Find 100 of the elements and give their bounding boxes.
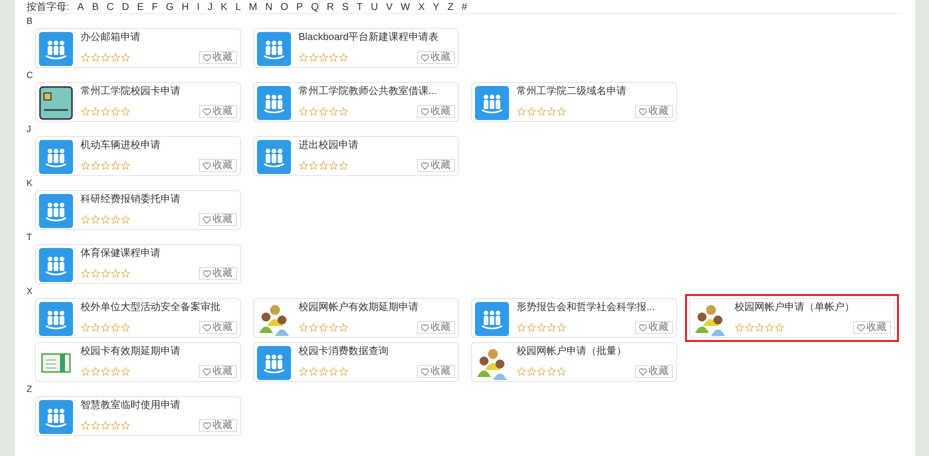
letter-link[interactable]: V (386, 2, 393, 14)
star-icon[interactable] (318, 53, 328, 62)
letter-link[interactable]: X (418, 2, 425, 14)
star-icon[interactable] (80, 161, 90, 170)
star-icon[interactable] (80, 269, 90, 278)
star-icon[interactable] (110, 161, 120, 170)
letter-link[interactable]: P (296, 2, 303, 14)
star-icon[interactable] (90, 269, 100, 278)
star-icon[interactable] (546, 323, 556, 332)
service-card[interactable]: 办公邮箱申请 收藏 (34, 28, 240, 68)
service-card[interactable]: 校园网帐户有效期延期申请 收藏 (252, 298, 458, 338)
letter-link[interactable]: F (152, 2, 158, 14)
letter-link[interactable]: H (182, 2, 189, 14)
star-icon[interactable] (308, 323, 318, 332)
letter-link[interactable]: T (356, 2, 363, 14)
star-icon[interactable] (90, 421, 100, 430)
star-icon[interactable] (100, 161, 110, 170)
star-icon[interactable] (110, 323, 120, 332)
letter-link[interactable]: G (166, 2, 174, 14)
favorite-button[interactable]: 收藏 (198, 267, 236, 280)
favorite-button[interactable]: 收藏 (198, 365, 236, 378)
favorite-button[interactable]: 收藏 (852, 321, 890, 334)
star-icon[interactable] (328, 367, 338, 376)
star-icon[interactable] (516, 367, 526, 376)
letter-link[interactable]: N (265, 2, 272, 14)
star-icon[interactable] (110, 421, 120, 430)
star-icon[interactable] (734, 323, 744, 332)
star-icon[interactable] (764, 323, 774, 332)
letter-link[interactable]: M (248, 2, 258, 14)
star-icon[interactable] (298, 53, 308, 62)
star-icon[interactable] (80, 107, 90, 116)
star-icon[interactable] (516, 323, 526, 332)
star-icon[interactable] (90, 215, 100, 224)
star-icon[interactable] (338, 367, 348, 376)
star-icon[interactable] (110, 269, 120, 278)
star-icon[interactable] (328, 107, 338, 116)
star-icon[interactable] (100, 323, 110, 332)
star-icon[interactable] (516, 107, 526, 116)
star-icon[interactable] (328, 323, 338, 332)
letter-link[interactable]: E (137, 2, 144, 14)
star-icon[interactable] (744, 323, 754, 332)
service-card[interactable]: 形势报告会和哲学社会科学报... 收藏 (470, 298, 676, 338)
star-icon[interactable] (100, 53, 110, 62)
star-icon[interactable] (526, 367, 536, 376)
service-card[interactable]: 校园网帐户申请（单帐户） 收藏 (688, 298, 894, 338)
star-icon[interactable] (536, 107, 546, 116)
star-icon[interactable] (80, 421, 90, 430)
star-icon[interactable] (110, 107, 120, 116)
letter-link[interactable]: W (400, 2, 410, 14)
star-icon[interactable] (318, 107, 328, 116)
star-icon[interactable] (120, 107, 130, 116)
star-icon[interactable] (556, 107, 566, 116)
star-icon[interactable] (526, 323, 536, 332)
star-icon[interactable] (328, 53, 338, 62)
favorite-button[interactable]: 收藏 (198, 213, 236, 226)
star-icon[interactable] (80, 215, 90, 224)
letter-link[interactable]: S (342, 2, 349, 14)
star-icon[interactable] (90, 323, 100, 332)
letter-link[interactable]: L (235, 2, 241, 14)
star-icon[interactable] (80, 323, 90, 332)
star-icon[interactable] (298, 367, 308, 376)
favorite-button[interactable]: 收藏 (198, 105, 236, 118)
star-icon[interactable] (90, 161, 100, 170)
letter-link[interactable]: B (92, 2, 99, 14)
favorite-button[interactable]: 收藏 (198, 51, 236, 64)
star-icon[interactable] (120, 53, 130, 62)
star-icon[interactable] (338, 323, 348, 332)
service-card[interactable]: 常州工学院二级域名申请 收藏 (470, 82, 676, 122)
letter-link[interactable]: Y (432, 2, 440, 14)
star-icon[interactable] (298, 161, 308, 170)
star-icon[interactable] (100, 269, 110, 278)
star-icon[interactable] (80, 53, 90, 62)
service-card[interactable]: 智慧教室临时使用申请 收藏 (34, 396, 240, 436)
star-icon[interactable] (110, 53, 120, 62)
favorite-button[interactable]: 收藏 (634, 321, 672, 334)
service-card[interactable]: 校园卡有效期延期申请 收藏 (34, 342, 240, 382)
favorite-button[interactable]: 收藏 (416, 51, 454, 64)
favorite-button[interactable]: 收藏 (198, 321, 236, 334)
service-card[interactable]: Blackboard平台新建课程申请表 收藏 (252, 28, 458, 68)
service-card[interactable]: 校外单位大型活动安全备案审批 收藏 (34, 298, 240, 338)
star-icon[interactable] (100, 215, 110, 224)
star-icon[interactable] (120, 421, 130, 430)
star-icon[interactable] (80, 367, 90, 376)
letter-link[interactable]: I (196, 2, 200, 14)
star-icon[interactable] (526, 107, 536, 116)
service-card[interactable]: 校园卡消费数据查询 收藏 (252, 342, 458, 382)
star-icon[interactable] (546, 367, 556, 376)
letter-link[interactable]: D (122, 2, 130, 14)
service-card[interactable]: 机动车辆进校申请 收藏 (34, 136, 240, 176)
star-icon[interactable] (308, 367, 318, 376)
star-icon[interactable] (100, 107, 110, 116)
service-card[interactable]: 校园网帐户申请（批量） 收藏 (470, 342, 676, 382)
letter-link[interactable]: Z (447, 2, 454, 14)
star-icon[interactable] (120, 323, 130, 332)
star-icon[interactable] (100, 367, 110, 376)
service-card[interactable]: 常州工学院校园卡申请 收藏 (34, 82, 240, 122)
star-icon[interactable] (546, 107, 556, 116)
star-icon[interactable] (318, 161, 328, 170)
letter-link[interactable]: C (106, 2, 114, 14)
letter-link[interactable]: O (280, 2, 288, 14)
